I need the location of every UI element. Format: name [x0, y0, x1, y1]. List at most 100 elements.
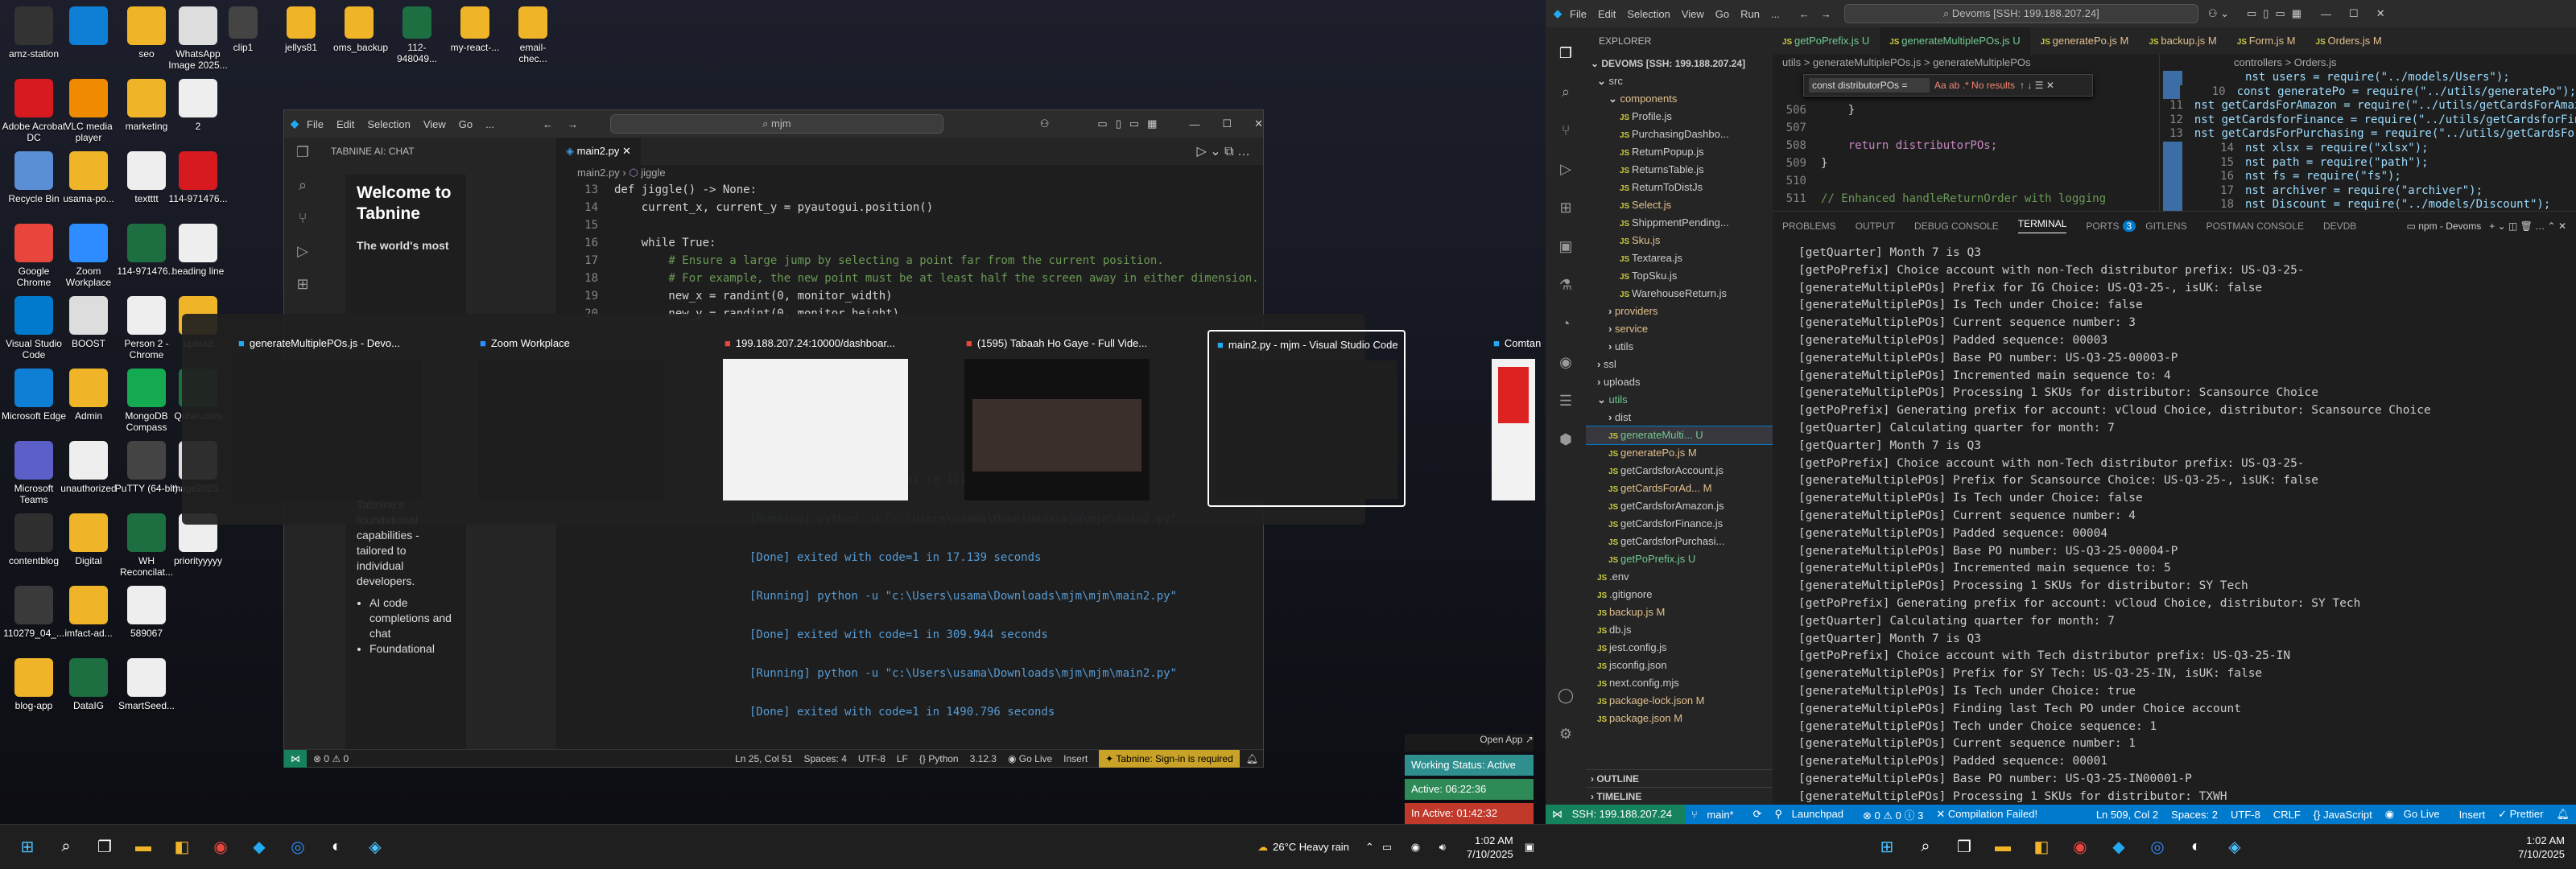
desktop-icon[interactable]: 112-948049...	[391, 6, 443, 64]
breadcrumb-file[interactable]: main2.py	[577, 167, 620, 179]
problems-indicator[interactable]: ⊗ 0 ⚠ 0 ⓘ 3	[1863, 807, 1923, 822]
editor-generateMultiplePOs[interactable]: utils > generateMultiplePOs.js > generat…	[1773, 55, 2159, 211]
app-icon[interactable]: ◐	[320, 831, 353, 863]
code-line[interactable]: 12 nst getCardsforFinance = require("../u…	[2163, 113, 2576, 128]
explorer-item[interactable]: JS jest.config.js	[1586, 639, 1773, 657]
outline-section[interactable]: › OUTLINE	[1586, 769, 1773, 787]
code-line[interactable]: 19 new_x = randint(0, monitor_width)	[556, 287, 1263, 305]
explorer-item[interactable]: JS package.json M	[1586, 710, 1773, 727]
explorer-item[interactable]: JS jsconfig.json	[1586, 657, 1773, 674]
language-mode[interactable]: Python	[928, 753, 958, 764]
alt-tab-window[interactable]: ■ Zoom Workplace	[472, 330, 670, 507]
forward-arrow-icon[interactable]: →	[1821, 8, 1831, 20]
menu-item[interactable]: File	[307, 118, 324, 130]
editor-tab[interactable]: JS generatePo.js M	[2031, 27, 2140, 55]
desktop-icon[interactable]: WhatsApp Image 2025...	[164, 6, 232, 71]
panel-tab[interactable]: PROBLEMS	[1782, 220, 1836, 232]
explorer-item[interactable]: JS TopSku.js	[1586, 267, 1773, 285]
desktop-icon[interactable]: SmartSeed...	[113, 658, 180, 711]
code-line[interactable]: 510	[1773, 172, 2159, 190]
maximize-button[interactable]: ☐	[1222, 117, 1232, 130]
explorer-item[interactable]: JS ReturnToDistJs	[1586, 179, 1773, 196]
testing-icon[interactable]: ⚗	[1554, 274, 1577, 296]
find-widget[interactable]: const distributorPOs = Aa ab .* No resul…	[1803, 74, 2093, 97]
postman-icon[interactable]: ◉	[1554, 351, 1577, 373]
find-input[interactable]: const distributorPOs =	[1809, 78, 1930, 93]
terminal-output[interactable]: [getQuarter] Month 7 is Q3 [getPoPrefix] …	[1773, 240, 2576, 805]
desktop-icon[interactable]: oms_backup	[333, 6, 388, 53]
alt-tab-window[interactable]: ■ main2.py - mjm - Visual Studio Code	[1208, 330, 1406, 507]
find-nav-icons[interactable]: ↑ ↓ ☰ ✕	[2020, 80, 2054, 91]
zoom-icon[interactable]: ◎	[2141, 831, 2174, 863]
explorer-item[interactable]: › utils	[1586, 338, 1773, 356]
menu-item[interactable]: Go	[459, 118, 473, 130]
app-icon[interactable]: ◐	[2180, 831, 2212, 863]
explorer-item[interactable]: JS getPoPrefix.js U	[1586, 550, 1773, 568]
code-line[interactable]: 16 while True:	[556, 234, 1263, 252]
back-arrow-icon[interactable]: ←	[1799, 8, 1810, 20]
desktop-icon[interactable]: jellys81	[275, 6, 327, 53]
command-center-search[interactable]: ⌕ mjm	[609, 114, 943, 134]
editor-tab[interactable]: JS generateMultiplePOs.js U	[1880, 27, 2031, 55]
source-control-icon[interactable]: ⑂	[299, 210, 308, 227]
tabnine-status[interactable]: ✦ Tabnine: Sign-in is required	[1099, 749, 1240, 768]
branch-indicator[interactable]: ⑂ main*	[1691, 809, 1740, 821]
problems-indicator[interactable]: ⊗ 0 ⚠ 0	[313, 753, 349, 764]
explorer-item[interactable]: JS getCardsForAd... M	[1586, 480, 1773, 497]
gitlens-icon[interactable]: ◔	[1554, 312, 1577, 335]
windows-start-icon[interactable]: ⊞	[11, 831, 43, 863]
explorer-item[interactable]: JS generatePo.js M	[1586, 444, 1773, 462]
explorer-item[interactable]: JS Textarea.js	[1586, 249, 1773, 267]
extensions-icon[interactable]: ⊞	[1554, 196, 1577, 219]
menu-item[interactable]: View	[1682, 8, 1704, 20]
forward-arrow-icon[interactable]: →	[568, 118, 578, 130]
minimize-button[interactable]: —	[1189, 118, 1199, 130]
menu-item[interactable]: File	[1570, 8, 1587, 20]
code-line[interactable]: 13 def jiggle() -> None:	[556, 181, 1263, 199]
explorer-item[interactable]: JS db.js	[1586, 621, 1773, 639]
remote-indicator[interactable]: ⋈	[284, 749, 307, 768]
panel-tab[interactable]: DEVDB	[2323, 220, 2356, 232]
open-app-link[interactable]: Open App ↗	[1405, 734, 1534, 752]
explorer-item[interactable]: › providers	[1586, 303, 1773, 320]
code-line[interactable]: 506 }	[1773, 101, 2159, 119]
maximize-button[interactable]: ☐	[2349, 7, 2359, 20]
indent-setting[interactable]: Spaces: 4	[804, 753, 847, 764]
encoding[interactable]: UTF-8	[2231, 809, 2260, 821]
copilot-icon[interactable]: ⚇	[1040, 117, 1050, 130]
explorer-item[interactable]: JS WarehouseReturn.js	[1586, 285, 1773, 303]
menu-item[interactable]: ...	[1771, 8, 1780, 20]
vscode-icon[interactable]: ◆	[2103, 831, 2135, 863]
desktop-icon[interactable]: email-chec...	[507, 6, 559, 64]
code-line[interactable]: 18 nst Discount = require("../models/Disc…	[2163, 198, 2576, 211]
explorer-item[interactable]: JS getCardsforFinance.js	[1586, 515, 1773, 533]
encoding[interactable]: UTF-8	[858, 753, 886, 764]
explorer-item[interactable]: › ssl	[1586, 356, 1773, 373]
code-line[interactable]: 511 // Enhanced handleReturnOrder with lo…	[1773, 190, 2159, 208]
explorer-item[interactable]: JS getCardsforAmazon.js	[1586, 497, 1773, 515]
status-app-icon[interactable]: ◈	[2219, 831, 2251, 863]
menu-item[interactable]: Run	[1740, 8, 1760, 20]
code-line[interactable]: 11 nst getCardsForAmazon = require("../ut…	[2163, 99, 2576, 113]
workspace-root[interactable]: ⌄ DEVOMS [SSH: 199.188.207.24]	[1586, 55, 1773, 72]
explorer-icon[interactable]: ❐	[1554, 42, 1577, 64]
editor-tab[interactable]: JS getPoPrefix.js U	[1773, 27, 1880, 55]
status-app-icon[interactable]: ◈	[359, 831, 391, 863]
menu-item[interactable]: Go	[1715, 8, 1729, 20]
code-line[interactable]: 16 nst fs = require("fs");	[2163, 170, 2576, 184]
timeline-section[interactable]: › TIMELINE	[1586, 787, 1773, 805]
explorer-item[interactable]: › dist	[1586, 409, 1773, 426]
accounts-icon[interactable]: ◯	[1554, 684, 1577, 706]
explorer-item[interactable]: JS next.config.mjs	[1586, 674, 1773, 692]
explorer-item[interactable]: JS getCardsforAccount.js	[1586, 462, 1773, 480]
code-line[interactable]: 10 const generatePo = require("../utils/g…	[2163, 84, 2576, 100]
code-line[interactable]: 14 current_x, current_y = pyautogui.posi…	[556, 199, 1263, 216]
panel-controls[interactable]: + ⌄ ◫ 🗑︎ … ⌃ ✕	[2489, 220, 2566, 232]
source-control-icon[interactable]: ⑂	[1554, 119, 1577, 142]
panel-tab[interactable]: OUTPUT	[1856, 220, 1895, 232]
close-button[interactable]: ✕	[1254, 117, 1263, 130]
bell-icon[interactable]: 🔔︎	[1246, 753, 1258, 764]
indent-setting[interactable]: Spaces: 2	[2171, 809, 2218, 821]
vscode-icon[interactable]: ◆	[243, 831, 275, 863]
file-explorer-icon[interactable]: ▬	[1987, 831, 2019, 863]
